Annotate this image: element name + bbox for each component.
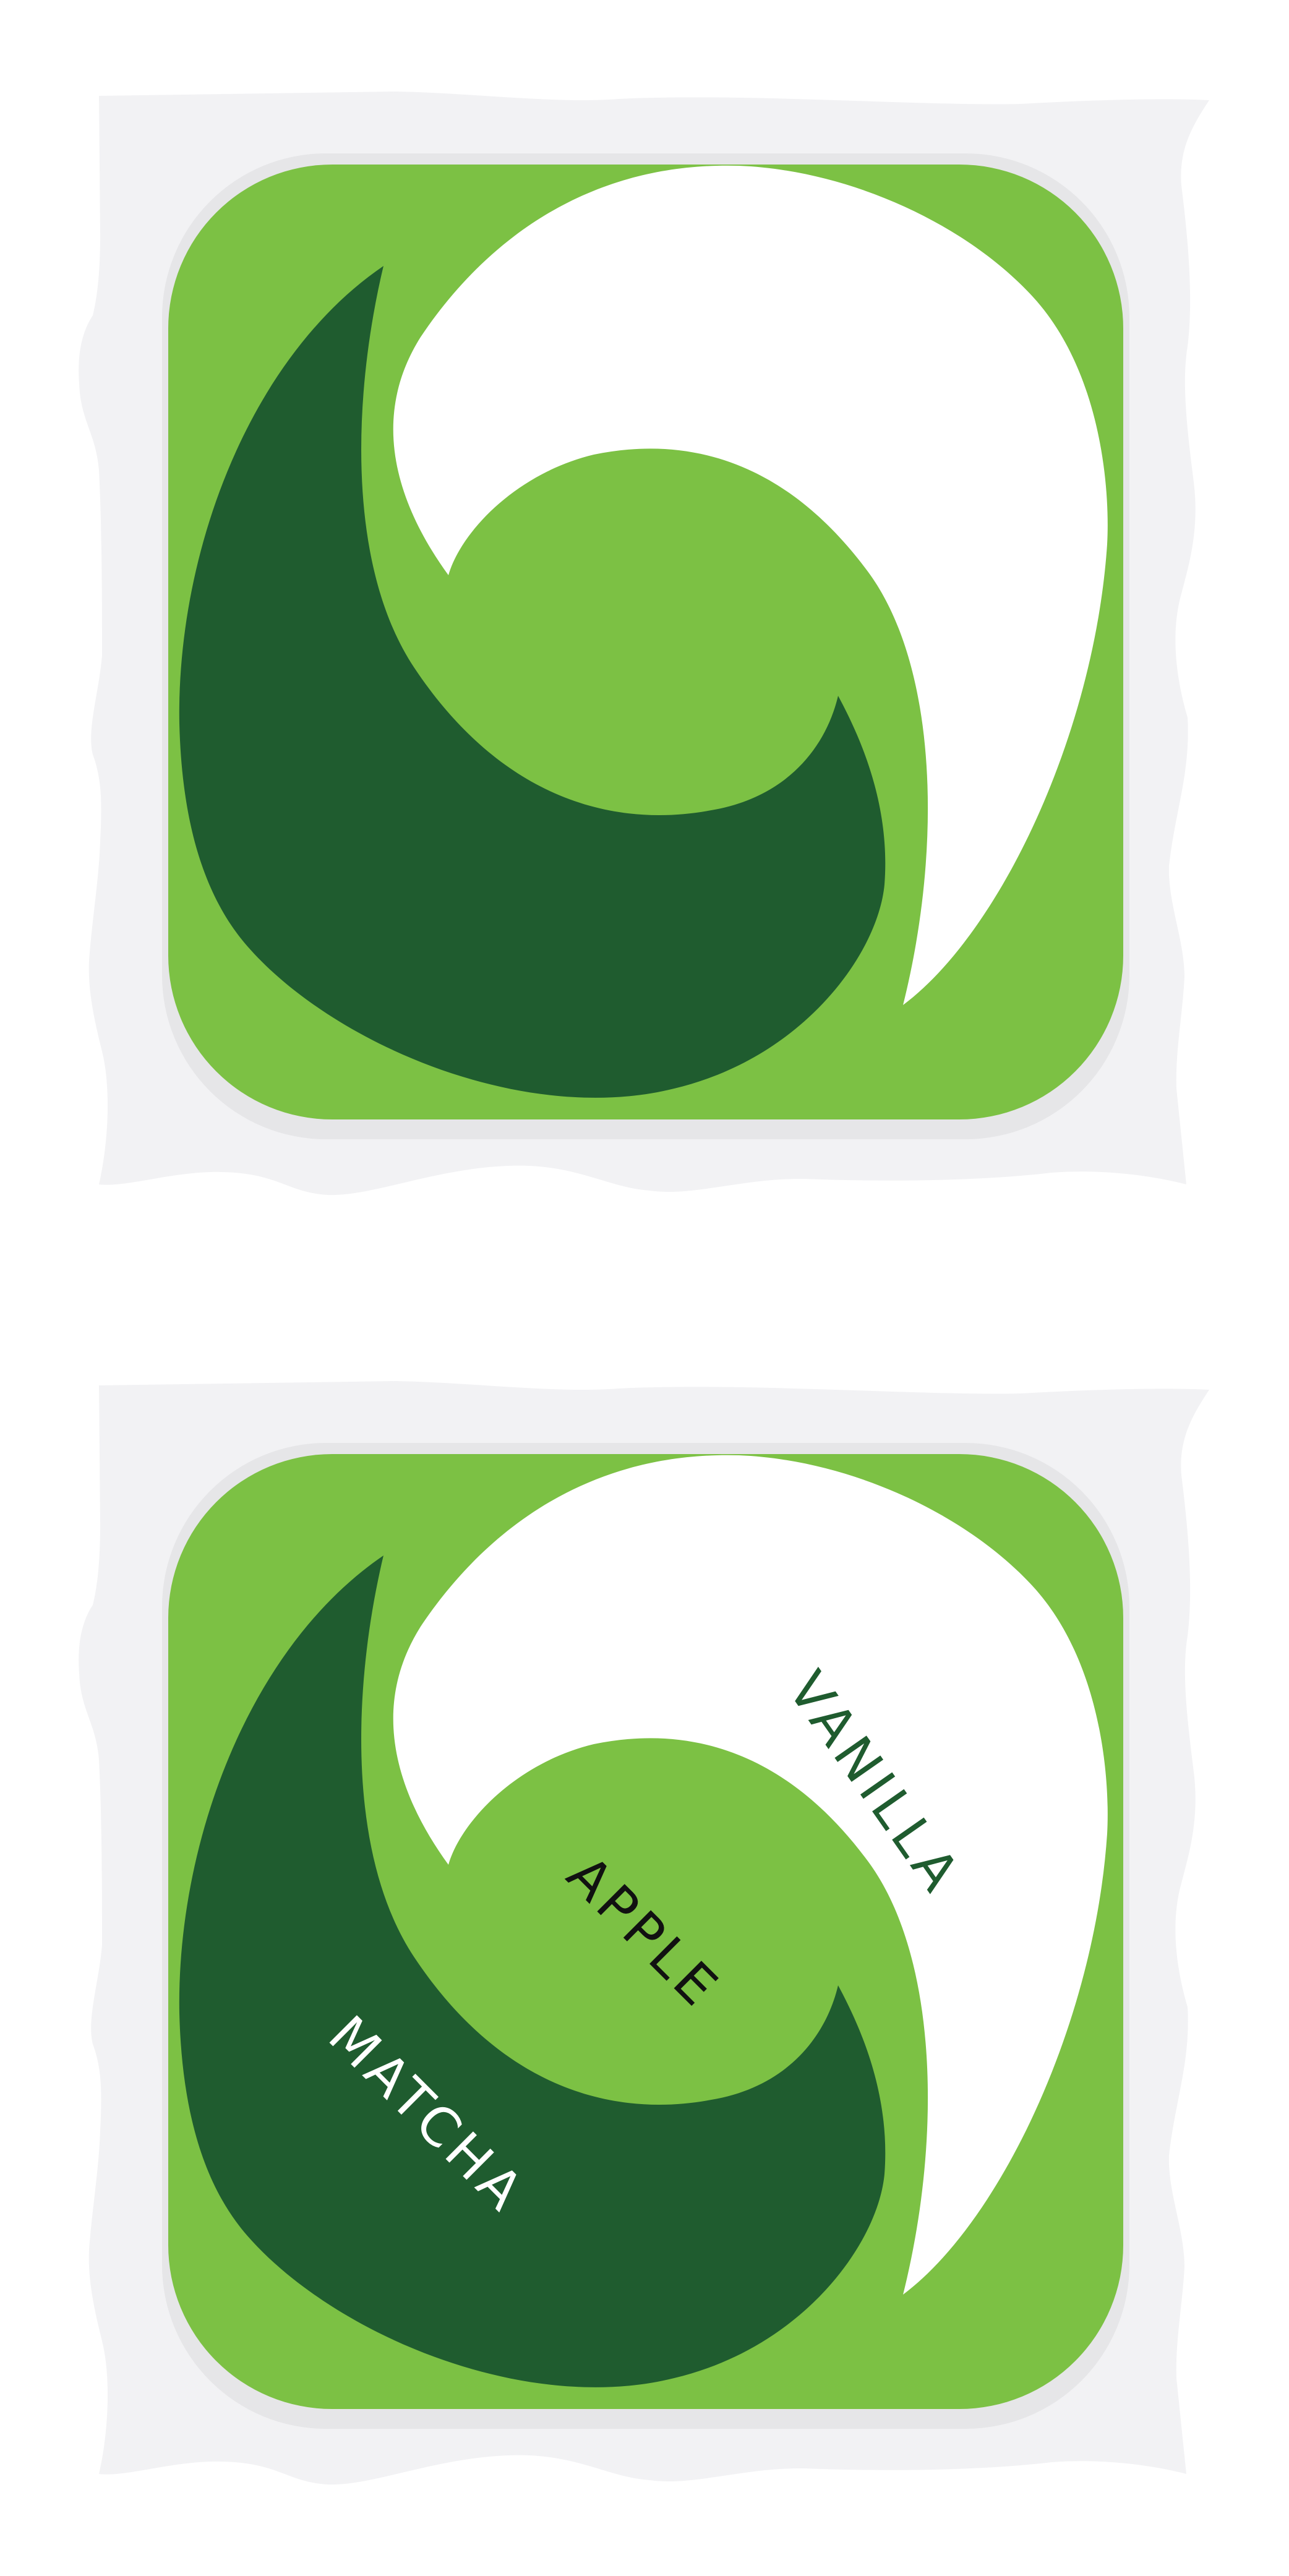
plain-logo-panel	[79, 92, 1209, 1195]
labeled-logo-panel: VANILLA APPLE MATCHA	[79, 1381, 1209, 2484]
leaf-swirl-logo	[79, 92, 1209, 1195]
logo-diagram: VANILLA APPLE MATCHA	[0, 0, 1289, 2576]
